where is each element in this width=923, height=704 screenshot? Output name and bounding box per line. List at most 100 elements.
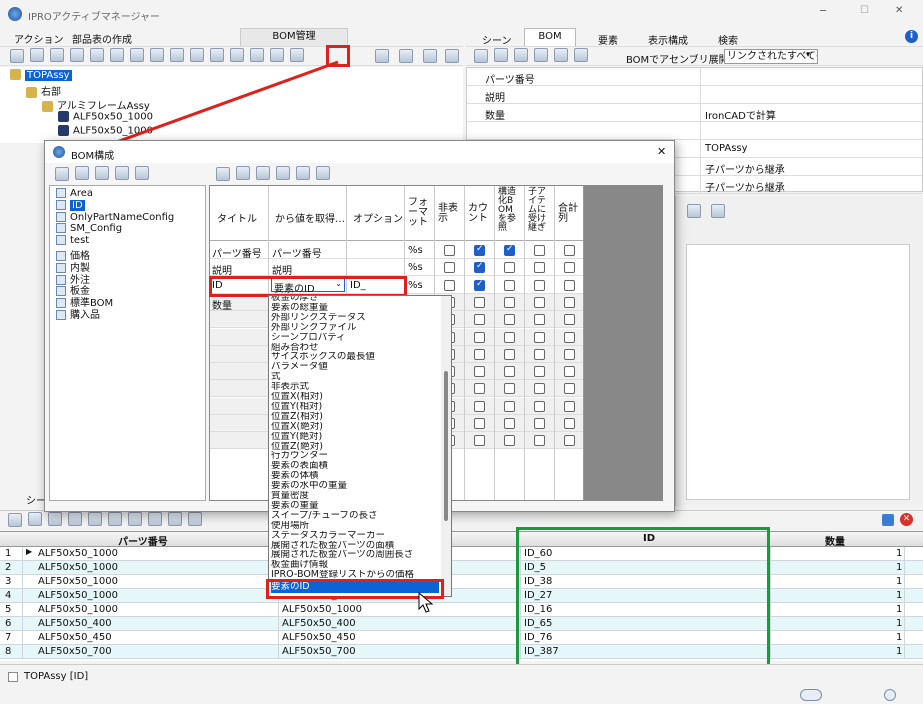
row-checkbox[interactable] [564, 245, 575, 256]
hdr-format[interactable]: フォーマット [408, 198, 430, 228]
row-checkbox[interactable] [474, 261, 485, 274]
row-checkbox[interactable] [534, 245, 545, 256]
hdr-total[interactable]: 合計列 [558, 204, 580, 224]
row-checkbox[interactable] [534, 366, 545, 378]
row-format: %s [408, 245, 423, 256]
config-item[interactable]: ID [56, 199, 85, 212]
tool-icon[interactable] [216, 167, 230, 181]
row-checkbox[interactable] [534, 296, 545, 308]
table-header: タイトル から値を取得… オプション フォーマット 非表示 カウント 構造化BO… [210, 186, 583, 241]
config-item[interactable]: 価格 [56, 247, 90, 262]
hdr-hidden[interactable]: 非表示 [438, 204, 462, 224]
config-item[interactable]: 内製 [56, 259, 90, 274]
config-item[interactable]: 板金 [56, 282, 90, 297]
row-checkbox[interactable] [564, 331, 575, 343]
row-checkbox[interactable] [504, 366, 515, 378]
tool-icon[interactable] [296, 166, 310, 180]
column-row[interactable]: パーツ番号 パーツ番号 %s [210, 242, 583, 260]
tool-icon[interactable] [75, 166, 89, 180]
config-item[interactable]: Area [56, 188, 93, 200]
row-format: %s [408, 262, 423, 274]
dialog-titlebar: BOM構成 ✕ [45, 141, 674, 163]
row-checkbox[interactable] [474, 331, 485, 343]
row-checkbox[interactable] [504, 331, 515, 343]
row-checkbox[interactable] [534, 383, 545, 395]
tool-icon[interactable] [316, 166, 330, 180]
row-checkbox[interactable] [564, 435, 575, 447]
row-checkbox[interactable] [564, 366, 575, 378]
config-item[interactable]: OnlyPartNameConfig [56, 211, 175, 224]
row-checkbox[interactable] [474, 400, 485, 412]
row-checkbox[interactable] [474, 244, 485, 256]
row-checkbox[interactable] [444, 279, 455, 291]
config-item[interactable]: 購入品 [56, 306, 100, 321]
hdr-option[interactable]: オプション [350, 210, 403, 225]
row-checkbox[interactable] [534, 262, 545, 274]
row-checkbox[interactable] [534, 279, 545, 291]
config-item[interactable]: 標準BOM [56, 294, 113, 309]
tool-icon[interactable] [276, 166, 290, 180]
config-item[interactable]: 外注 [56, 271, 90, 286]
row-checkbox[interactable] [534, 348, 545, 360]
row-checkbox[interactable] [504, 435, 515, 447]
row-checkbox[interactable] [564, 400, 575, 412]
row-checkbox[interactable] [504, 262, 515, 274]
row-checkbox[interactable] [474, 348, 485, 360]
config-item[interactable]: test [56, 235, 89, 247]
row-checkbox[interactable] [504, 279, 515, 291]
dialog-close-button[interactable]: ✕ [657, 145, 666, 158]
row-checkbox[interactable] [564, 296, 575, 308]
row-checkbox[interactable] [504, 383, 515, 395]
row-checkbox[interactable] [504, 314, 515, 326]
row-checkbox[interactable] [444, 245, 455, 256]
config-icon [56, 188, 66, 198]
row-checkbox[interactable] [534, 400, 545, 412]
config-label: SM_Config [70, 223, 123, 235]
config-label: OnlyPartNameConfig [70, 211, 175, 223]
column-row[interactable]: 説明 説明 %s [210, 259, 583, 277]
tool-icon[interactable] [236, 166, 250, 180]
row-checkbox[interactable] [534, 331, 545, 343]
row-checkbox[interactable] [564, 262, 575, 274]
tool-icon[interactable] [115, 166, 129, 180]
row-checkbox[interactable] [504, 400, 515, 412]
hdr-count[interactable]: カウント [468, 204, 492, 224]
hdr-structured[interactable]: 構造化BOMを参照 [498, 188, 520, 233]
row-checkbox[interactable] [564, 348, 575, 360]
config-icon [56, 235, 66, 246]
tool-icon[interactable] [135, 166, 149, 180]
row-checkbox[interactable] [474, 435, 485, 447]
row-checkbox[interactable] [474, 383, 485, 395]
row-checkbox[interactable] [534, 435, 545, 447]
row-checkbox[interactable] [534, 418, 545, 429]
row-checkbox[interactable] [504, 418, 515, 429]
row-checkbox[interactable] [564, 418, 575, 429]
row-checkbox[interactable] [534, 314, 545, 326]
row-checkbox[interactable] [564, 279, 575, 291]
row-checkbox[interactable] [564, 314, 575, 326]
row-checkbox[interactable] [474, 296, 485, 308]
hdr-title[interactable]: タイトル [214, 210, 257, 225]
tool-icon[interactable] [55, 167, 69, 181]
config-toolbar [45, 165, 205, 183]
source-dropdown[interactable]: 板金の厚さ 要素の総重量 外部リンクステータス 外部リンクファイル シーンプロパティ 組み… [268, 295, 452, 597]
tool-icon[interactable] [95, 166, 109, 180]
hdr-source[interactable]: から値を取得… [272, 210, 345, 225]
tool-icon[interactable] [256, 166, 270, 180]
row-checkbox[interactable] [444, 262, 455, 274]
row-checkbox[interactable] [474, 279, 485, 291]
row-checkbox[interactable] [564, 383, 575, 395]
row-checkbox[interactable] [504, 348, 515, 360]
dialog-logo-icon [53, 146, 65, 158]
row-checkbox[interactable] [504, 244, 515, 256]
row-checkbox[interactable] [474, 418, 485, 429]
config-icon [56, 211, 66, 222]
dropdown-scrollbar[interactable] [441, 296, 451, 596]
config-label: ID [70, 199, 85, 211]
row-source: パーツ番号 [272, 249, 322, 260]
row-checkbox[interactable] [474, 314, 485, 326]
config-item[interactable]: SM_Config [56, 223, 122, 235]
row-checkbox[interactable] [474, 366, 485, 378]
hdr-inherit[interactable]: 子アイテムに受け継ぎ [528, 188, 550, 233]
row-checkbox[interactable] [504, 296, 515, 308]
